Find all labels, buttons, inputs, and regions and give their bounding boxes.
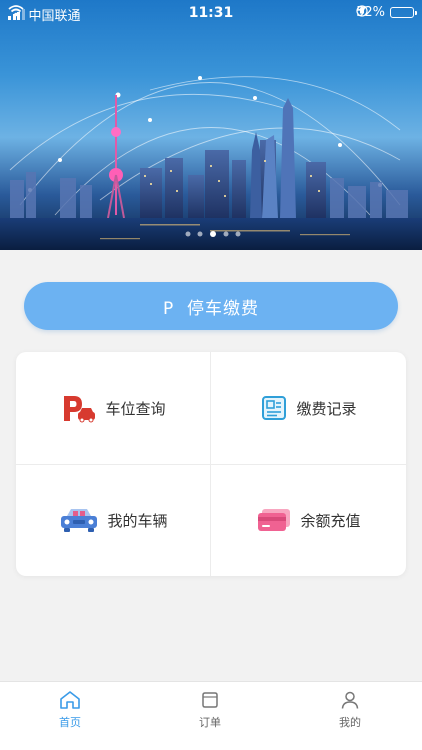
balance-topup-label: 余额充值 xyxy=(300,511,361,530)
payment-records-label: 缴费记录 xyxy=(296,399,357,418)
home-icon xyxy=(60,691,80,709)
my-vehicles-label: 我的车辆 xyxy=(107,511,168,530)
feature-grid: 车位查询 缴费记录 我的车辆 余额充值 xyxy=(16,352,406,576)
tab-orders-label: 订单 xyxy=(199,716,221,729)
my-vehicles[interactable]: 我的车辆 xyxy=(16,464,211,576)
vehicle-icon xyxy=(59,506,99,534)
parking-spot-search[interactable]: 车位查询 xyxy=(16,352,211,464)
card-icon xyxy=(256,507,292,533)
parking-car-icon xyxy=(61,393,97,423)
tab-profile-label: 我的 xyxy=(339,716,361,729)
city-skyline-image xyxy=(0,76,422,250)
tab-orders[interactable]: 订单 xyxy=(170,690,250,730)
tab-home-label: 首页 xyxy=(59,716,81,729)
tab-profile[interactable]: 我的 xyxy=(310,690,390,730)
location-icon xyxy=(357,6,367,15)
status-bar: 中国联通 11:31 52% xyxy=(0,0,422,26)
hero-banner: 中国联通 11:31 52% xyxy=(0,0,422,250)
balance-topup[interactable]: 余额充值 xyxy=(211,464,406,576)
bottom-tab-bar: 首页 订单 我的 xyxy=(0,681,422,750)
payment-records[interactable]: 缴费记录 xyxy=(211,352,406,464)
order-icon xyxy=(202,692,218,708)
profile-icon xyxy=(341,691,359,709)
parking-spot-search-label: 车位查询 xyxy=(105,399,166,418)
tab-home[interactable]: 首页 xyxy=(30,690,110,730)
receipt-icon xyxy=(260,394,288,422)
parking-payment-button[interactable]: P 停车缴费 xyxy=(24,282,398,330)
battery-icon xyxy=(390,7,417,18)
parking-payment-label: P 停车缴费 xyxy=(162,298,260,319)
